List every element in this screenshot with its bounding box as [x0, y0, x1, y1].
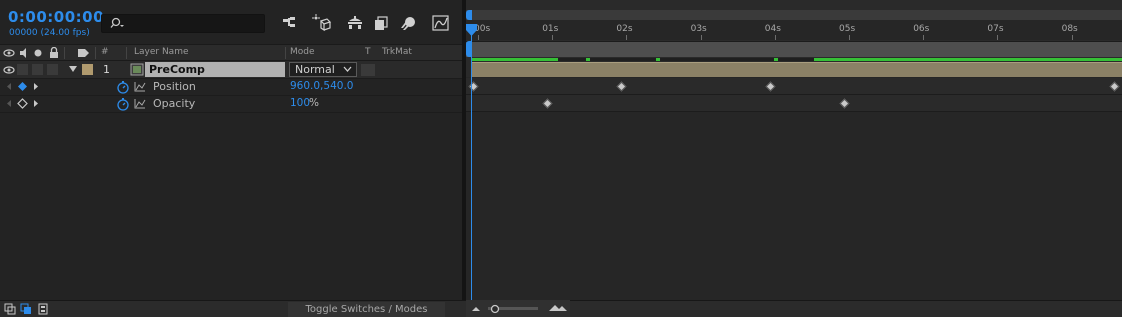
toggle-switches-modes-button[interactable]: Toggle Switches / Modes — [288, 302, 445, 317]
ruler-label: 02s — [616, 24, 633, 34]
cache-segment — [472, 58, 558, 61]
expand-layer-icon[interactable] — [68, 64, 78, 74]
audio-column-icon[interactable] — [18, 47, 30, 59]
property-name: Position — [153, 80, 196, 93]
time-ruler[interactable] — [466, 20, 1122, 40]
layer-number: 1 — [103, 63, 110, 76]
ruler-tick — [700, 35, 702, 40]
blend-mode-select[interactable]: Normal — [289, 62, 357, 77]
property-row-opacity[interactable]: Opacity 100 % — [0, 95, 462, 112]
cache-segment — [814, 58, 1122, 61]
modes-pane-icon[interactable] — [20, 303, 32, 315]
ruler-label: 05s — [839, 24, 856, 34]
graph-icon — [134, 98, 146, 109]
keyframe-toggle-icon[interactable] — [17, 98, 28, 109]
draft-3d-icon[interactable] — [311, 13, 333, 33]
property-row-position[interactable]: Position 960.0,540.0 — [0, 78, 462, 95]
column-mode: Mode — [290, 47, 315, 57]
ruler-label: 03s — [690, 24, 707, 34]
ruler-tick — [478, 35, 479, 40]
frame-blending-icon[interactable] — [370, 13, 392, 33]
ruler-tick — [552, 35, 554, 40]
work-area-bar[interactable] — [466, 41, 1122, 57]
ruler-tick — [626, 35, 628, 40]
time-navigator[interactable] — [466, 10, 1122, 20]
playhead-icon[interactable] — [466, 24, 477, 36]
ruler-label: 07s — [987, 24, 1004, 34]
layer-switches-pane-icon[interactable] — [4, 303, 16, 315]
column-header: # Layer Name Mode T TrkMat — [0, 44, 462, 61]
layer-name[interactable]: PreComp — [145, 62, 285, 77]
opacity-keyframe-track[interactable] — [466, 95, 1122, 112]
graph-editor-icon[interactable] — [430, 13, 452, 33]
column-hash: # — [101, 47, 109, 57]
blend-mode-value: Normal — [295, 63, 335, 76]
opacity-unit: % — [309, 97, 319, 109]
composition-mini-flowchart-icon[interactable] — [279, 13, 301, 33]
in-out-pane-icon[interactable] — [37, 303, 49, 315]
next-keyframe-icon[interactable] — [33, 99, 39, 108]
opacity-value[interactable]: 100 — [290, 97, 310, 109]
next-keyframe-icon[interactable] — [33, 82, 39, 91]
current-time-indicator-line[interactable] — [471, 28, 472, 300]
zoom-slider-handle[interactable] — [490, 304, 500, 314]
label-color-swatch[interactable] — [82, 64, 93, 75]
current-time-display[interactable]: 0:00:00:00 — [8, 8, 104, 26]
solo-toggle[interactable] — [32, 64, 43, 75]
cache-segment — [586, 58, 590, 61]
layer-duration-bar[interactable] — [472, 62, 1122, 77]
search-input[interactable] — [126, 16, 262, 31]
solo-column-icon[interactable] — [33, 48, 43, 58]
search-field[interactable] — [101, 14, 265, 33]
frame-count-fps: 00000 (24.00 fps) — [9, 28, 90, 38]
ruler-tick — [849, 35, 850, 40]
visibility-toggle-icon[interactable] — [3, 64, 15, 76]
layer-row[interactable]: 1 PreComp Normal — [0, 61, 462, 78]
column-t: T — [365, 47, 371, 57]
property-name: Opacity — [153, 97, 196, 110]
ruler-tick — [997, 35, 999, 40]
prev-keyframe-icon[interactable] — [6, 99, 12, 108]
zoom-in-icon[interactable] — [549, 303, 567, 312]
stopwatch-icon[interactable] — [116, 80, 130, 94]
visibility-column-icon[interactable] — [3, 47, 15, 59]
search-icon — [108, 17, 126, 31]
lock-toggle[interactable] — [47, 64, 58, 75]
ruler-label: 01s — [542, 24, 559, 34]
zoom-out-icon[interactable] — [471, 305, 481, 312]
hide-shy-layers-icon[interactable] — [344, 13, 366, 33]
cache-segment — [774, 58, 778, 61]
ruler-label: 06s — [913, 24, 930, 34]
keyframe-toggle-icon[interactable] — [17, 81, 28, 92]
stopwatch-icon[interactable] — [116, 97, 130, 111]
trkmat-toggle[interactable] — [361, 64, 375, 76]
column-trkmat: TrkMat — [382, 47, 412, 57]
precomp-icon — [130, 63, 144, 76]
column-layer-name[interactable]: Layer Name — [134, 47, 189, 57]
time-navigator-start-handle[interactable] — [466, 10, 472, 20]
prev-keyframe-icon[interactable] — [6, 82, 12, 91]
position-keyframe-track[interactable] — [466, 78, 1122, 95]
ruler-tick — [774, 35, 776, 40]
lock-column-icon[interactable] — [48, 47, 60, 59]
ruler-tick — [1071, 35, 1073, 40]
label-column-icon[interactable] — [77, 47, 91, 59]
ruler-label: 04s — [764, 24, 781, 34]
position-value[interactable]: 960.0,540.0 — [290, 80, 353, 92]
audio-toggle[interactable] — [17, 64, 28, 75]
timeline-panel: 00s 01s 02s 03s 04s 05s 06s 07s 08s — [466, 0, 1122, 300]
motion-blur-icon[interactable] — [397, 13, 419, 33]
cache-segment — [656, 58, 660, 61]
graph-icon — [134, 81, 146, 92]
ruler-label: 08s — [1061, 24, 1078, 34]
chevron-down-icon — [343, 66, 352, 72]
ruler-tick — [923, 35, 925, 40]
